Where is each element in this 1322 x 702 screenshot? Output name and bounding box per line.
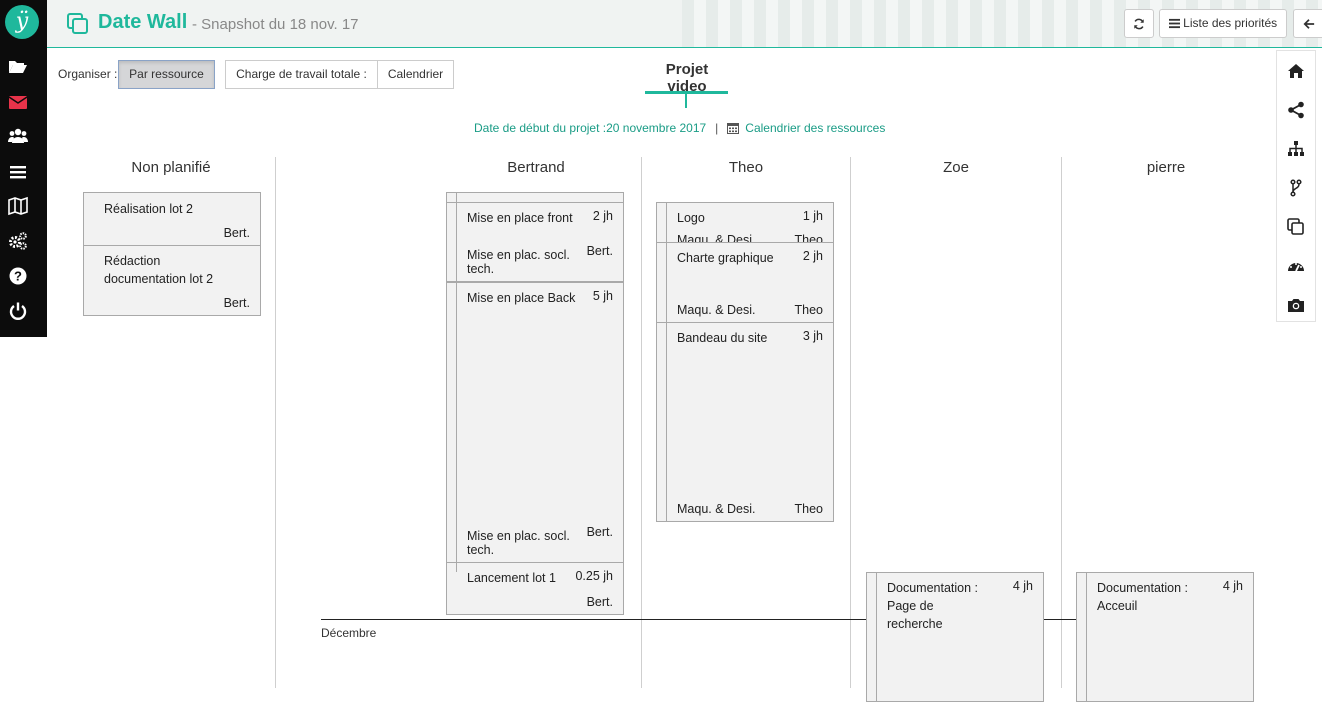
- by-resource-button[interactable]: Par ressource: [118, 60, 215, 89]
- task-resource: Bert.: [586, 595, 613, 609]
- sitemap-icon[interactable]: [1277, 129, 1315, 168]
- refresh-button[interactable]: [1124, 9, 1154, 38]
- gears-icon[interactable]: [8, 231, 30, 253]
- share-icon[interactable]: [1277, 90, 1315, 129]
- task-name: Documentation : Page de recherche: [887, 581, 979, 631]
- task-card[interactable]: Logo 1 jh Maqu. & Desi. Theo: [656, 202, 834, 243]
- task-duration: 4 jh: [1012, 579, 1033, 593]
- app-logo[interactable]: ÿ: [5, 5, 39, 39]
- menu-icon[interactable]: [8, 162, 30, 184]
- camera-icon[interactable]: [1277, 285, 1315, 324]
- column-header-theo: Theo: [728, 159, 764, 176]
- task-name: Mise en place front: [467, 211, 573, 225]
- task-name: Réalisation lot 2: [104, 202, 193, 216]
- task-phase: Mise en plac. socl. tech.: [467, 529, 570, 557]
- task-resource: Bert.: [223, 296, 250, 310]
- card-drag-handle[interactable]: [447, 203, 457, 281]
- task-name: Lancement lot 1: [467, 571, 556, 585]
- task-card[interactable]: Lancement lot 1 0.25 jh Bert.: [446, 562, 624, 615]
- task-name: Mise en place Back: [467, 291, 576, 305]
- header-bar: Date Wall - Snapshot du 18 nov. 17 Liste…: [47, 0, 1322, 48]
- page-subtitle: - Snapshot du 18 nov. 17: [192, 16, 359, 33]
- task-phase: Mise en plac. socl. tech.: [467, 248, 570, 276]
- dashboard-icon[interactable]: [1277, 246, 1315, 285]
- task-resource: Bert.: [586, 525, 613, 539]
- left-sidebar: ÿ ?: [0, 0, 47, 337]
- task-resource: Theo: [794, 502, 824, 516]
- arrow-left-icon: [1303, 16, 1315, 30]
- task-resource: Theo: [794, 303, 824, 317]
- right-toolbar: [1276, 50, 1316, 322]
- map-icon[interactable]: [8, 196, 30, 218]
- month-label: Décembre: [321, 626, 377, 640]
- priority-list-label: Liste des priorités: [1183, 16, 1278, 30]
- task-card[interactable]: Mise en place front 2 jh Mise en plac. s…: [446, 202, 624, 282]
- help-icon[interactable]: ?: [8, 266, 30, 288]
- column-divider: [275, 157, 276, 688]
- task-phase: Maqu. & Desi.: [677, 303, 756, 317]
- task-resource: Bert.: [223, 226, 250, 240]
- task-name: Logo: [677, 211, 705, 225]
- column-header-pierre: pierre: [1146, 159, 1186, 176]
- organize-label: Organiser :: [58, 67, 118, 81]
- task-name: Documentation : Acceuil: [1097, 581, 1189, 613]
- task-name: Bandeau du site: [677, 331, 768, 345]
- calendar-icon: [727, 122, 740, 137]
- info-separator: |: [715, 121, 719, 135]
- task-duration: 4 jh: [1222, 579, 1243, 593]
- copy-icon: [67, 13, 89, 35]
- svg-text:?: ?: [14, 269, 22, 284]
- total-workload-button[interactable]: Charge de travail totale :: [225, 60, 378, 89]
- task-card[interactable]: Mise en place Back 5 jh Mise en plac. so…: [446, 282, 624, 563]
- task-duration: 1 jh: [802, 209, 823, 223]
- branch-icon[interactable]: [1277, 168, 1315, 207]
- task-card[interactable]: Rédaction documentation lot 2 Bert.: [83, 245, 261, 316]
- refresh-icon: [1133, 16, 1145, 30]
- column-header-unplanned: Non planifié: [131, 159, 211, 176]
- card-drag-handle[interactable]: [657, 323, 667, 521]
- card-drag-handle[interactable]: [657, 203, 667, 242]
- task-phase: Maqu. & Desi.: [677, 502, 756, 516]
- project-info: Date de début du projet :20 novembre 201…: [474, 121, 885, 137]
- column-divider: [1061, 157, 1062, 688]
- task-duration: 0.25 jh: [575, 569, 613, 583]
- page-title: Date Wall: [98, 11, 188, 33]
- project-tab-marker: [685, 94, 687, 108]
- task-card[interactable]: Bandeau du site 3 jh Maqu. & Desi. Theo: [656, 322, 834, 522]
- folder-open-icon[interactable]: [8, 56, 30, 78]
- task-name: Charte graphique: [677, 251, 774, 265]
- resource-calendar-link[interactable]: Calendrier des ressources: [745, 121, 885, 135]
- priority-list-button[interactable]: Liste des priorités: [1159, 9, 1287, 38]
- task-duration: 2 jh: [592, 209, 613, 223]
- card-drag-handle[interactable]: [867, 573, 877, 701]
- column-divider: [641, 157, 642, 688]
- task-card[interactable]: Réalisation lot 2 Bert.: [83, 192, 261, 246]
- list-icon: [1168, 16, 1183, 30]
- card-drag-handle[interactable]: [447, 563, 457, 572]
- home-icon[interactable]: [1277, 51, 1315, 90]
- task-name: Rédaction documentation lot 2: [104, 254, 214, 286]
- card-drag-handle[interactable]: [1077, 573, 1087, 701]
- envelope-icon[interactable]: [8, 92, 30, 114]
- column-header-zoe: Zoe: [943, 159, 969, 176]
- task-resource: Bert.: [586, 244, 613, 258]
- column-divider: [850, 157, 851, 688]
- task-card[interactable]: Charte graphique 2 jh Maqu. & Desi. Theo: [656, 242, 834, 323]
- project-start-date: Date de début du projet :20 novembre 201…: [474, 121, 707, 135]
- project-tab[interactable]: Projet video: [645, 61, 729, 95]
- users-icon[interactable]: [8, 126, 30, 148]
- card-drag-handle[interactable]: [447, 283, 457, 562]
- collapse-button[interactable]: [1293, 9, 1322, 38]
- task-duration: 2 jh: [802, 249, 823, 263]
- task-duration: 3 jh: [802, 329, 823, 343]
- task-card[interactable]: Documentation : Acceuil 4 jh: [1076, 572, 1254, 702]
- card-drag-handle[interactable]: [657, 243, 667, 322]
- task-duration: 5 jh: [592, 289, 613, 303]
- task-card[interactable]: Documentation : Page de recherche 4 jh: [866, 572, 1044, 702]
- power-icon[interactable]: [8, 301, 30, 323]
- calendar-button[interactable]: Calendrier: [377, 60, 454, 89]
- column-header-bertrand: Bertrand: [507, 159, 565, 176]
- copy-icon[interactable]: [1277, 207, 1315, 246]
